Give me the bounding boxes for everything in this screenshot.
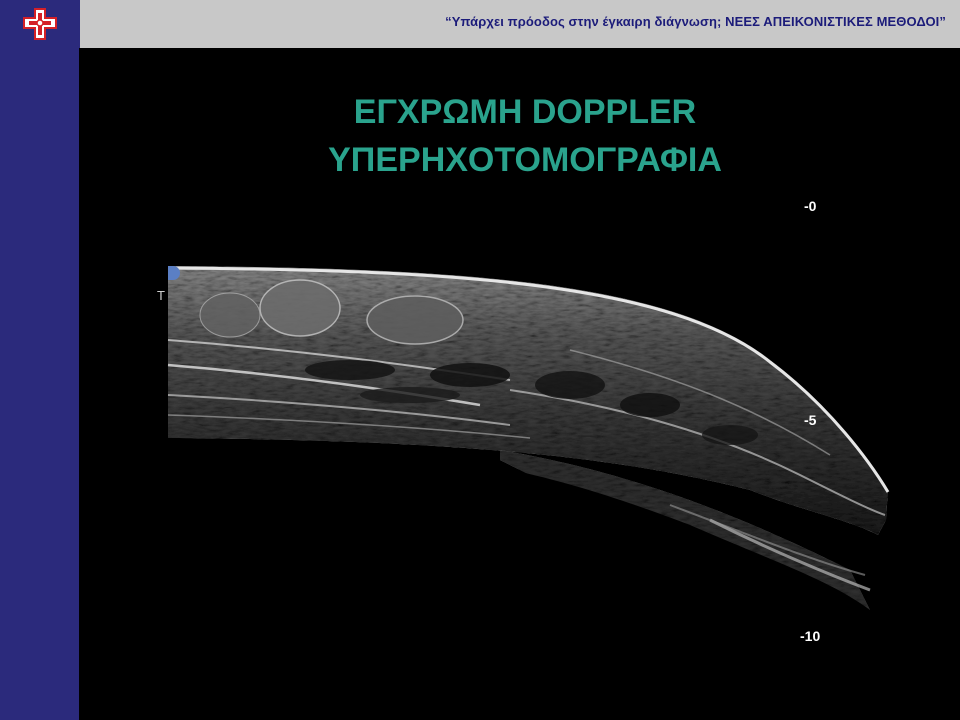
- slide-title-line1: ΕΓΧΡΩΜΗ DOPPLER: [353, 93, 697, 131]
- ultrasound-image: [167, 266, 890, 610]
- side-mark-label: T: [157, 288, 165, 303]
- side-bar: [0, 48, 79, 720]
- depth-label-0: -0: [804, 198, 817, 214]
- header-bar: “Υπάρχει πρόοδος στην έγκαιρη διάγνωση; …: [0, 0, 960, 48]
- logo-box: [0, 0, 80, 48]
- slide-title-line2: ΥΠΕΡΗΧΟΤΟΜΟΓΡΑΦΙΑ: [328, 141, 722, 179]
- depth-label-5: -5: [804, 412, 817, 428]
- depth-label-10: -10: [800, 628, 821, 644]
- header-subtitle: “Υπάρχει πρόοδος στην έγκαιρη διάγνωση; …: [445, 14, 946, 29]
- medical-cross-logo-icon: [23, 8, 57, 40]
- slide-title: ΕΓΧΡΩΜΗ DOPPLER ΥΠΕΡΗΧΟΤΟΜΟΓΡΑΦΙΑ: [280, 88, 770, 184]
- slide: “Υπάρχει πρόοδος στην έγκαιρη διάγνωση; …: [0, 0, 960, 720]
